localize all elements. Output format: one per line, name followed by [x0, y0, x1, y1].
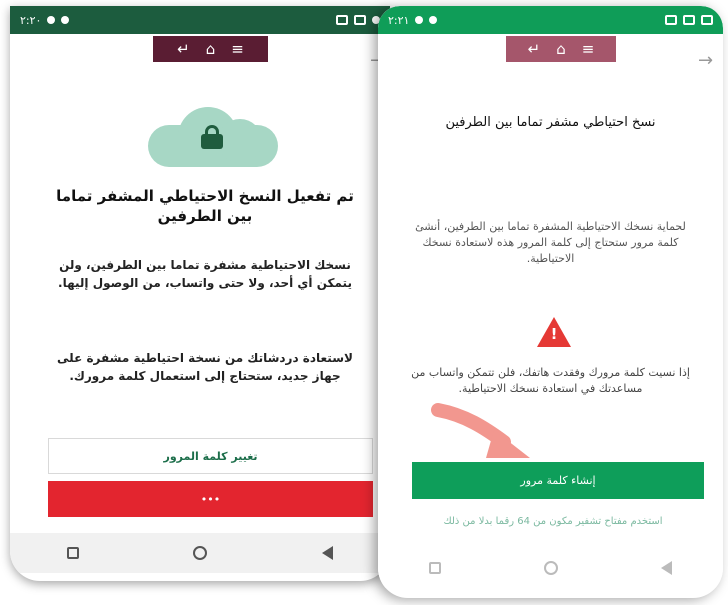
cloud-lock-icon [148, 107, 278, 167]
use-encryption-key-link[interactable]: استخدم مفتاح تشفير مكون من 64 رقما بدلا … [408, 515, 698, 529]
status-bar: ۲:۲۱ [378, 6, 723, 34]
wifi-icon [429, 16, 438, 24]
right-phone-screen: ۲:۲۱ ↵ ⌂ ≡ → نسخ احتياطي مشفر تماما بين … [378, 6, 723, 598]
warning-icon: ! [537, 317, 571, 347]
menu-icon[interactable]: ≡ [582, 40, 595, 58]
recents-icon[interactable] [429, 562, 442, 574]
top-toolbar: ↵ ⌂ ≡ [506, 36, 616, 62]
home-icon[interactable]: ⌂ [206, 40, 216, 58]
left-phone-screen: ۲:۲۰ ↵ ⌂ ≡ → تم تفعيل النسخ الاحتياطي ال… [10, 6, 390, 581]
wifi-icon [61, 16, 70, 24]
notification-icon [665, 15, 677, 25]
battery-icon [701, 15, 713, 25]
page-title: نسخ احتياطي مشفر تماما بين الطرفين [445, 115, 656, 130]
return-icon[interactable]: ↵ [528, 40, 541, 58]
menu-icon[interactable]: ≡ [231, 40, 244, 58]
top-toolbar: ↵ ⌂ ≡ [153, 36, 268, 62]
navigation-bar [378, 548, 723, 588]
status-bar: ۲:۲۰ [10, 6, 390, 34]
back-nav-icon[interactable] [660, 561, 672, 575]
home-icon[interactable]: ⌂ [556, 40, 566, 58]
page-title: تم تفعيل النسخ الاحتياطي المشفر تماما بي… [56, 187, 354, 225]
instructions-text: لحماية نسخك الاحتياطية المشفرة تماما بين… [415, 220, 686, 265]
gallery-icon [354, 15, 366, 25]
restore-description: لاستعادة دردشاتك من نسخة احتياطية مشفرة … [57, 351, 353, 383]
backup-description: نسخك الاحتياطية مشفرة تماما بين الطرفين،… [58, 258, 352, 290]
lock-icon [201, 125, 223, 149]
notification-icon [336, 15, 348, 25]
status-time: ۲:۲۱ [388, 13, 410, 27]
turn-off-button[interactable]: ••• [48, 481, 373, 517]
back-nav-icon[interactable] [321, 546, 333, 560]
change-password-button[interactable]: تغيير كلمة المرور [48, 438, 373, 474]
back-arrow-icon[interactable]: → [698, 50, 713, 71]
navigation-bar [10, 533, 390, 573]
pointer-arrow-icon [431, 403, 530, 458]
status-time: ۲:۲۰ [20, 13, 42, 27]
warning-text: إذا نسيت كلمة مرورك وفقدت هاتفك، فلن تتم… [411, 366, 690, 395]
home-nav-icon[interactable] [193, 546, 208, 560]
recents-icon[interactable] [67, 547, 80, 559]
return-icon[interactable]: ↵ [177, 40, 190, 58]
signal-icon [415, 16, 424, 24]
signal-icon [47, 16, 56, 24]
gallery-icon [683, 15, 695, 25]
home-nav-icon[interactable] [543, 561, 558, 575]
